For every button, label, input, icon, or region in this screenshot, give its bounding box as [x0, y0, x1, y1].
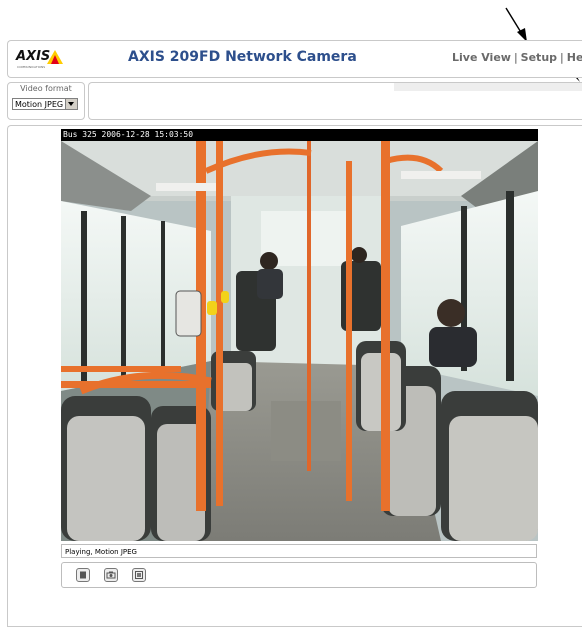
header-bar: AXIS COMMUNICATIONS AXIS 209FD Network C…	[7, 40, 582, 78]
video-format-panel: Video format Motion JPEG	[7, 82, 85, 120]
bus-interior-image	[61, 141, 538, 541]
page-title: AXIS 209FD Network Camera	[128, 49, 357, 65]
nav-live-view-link[interactable]: Live View	[452, 51, 511, 64]
pointer-arrow-icon	[505, 7, 527, 42]
video-status-text: Playing, Motion JPEG	[61, 544, 537, 558]
nav-setup-link[interactable]: Setup	[521, 51, 557, 64]
video-format-value: Motion JPEG	[15, 100, 64, 109]
nav-separator: |	[560, 51, 564, 64]
stop-icon	[80, 571, 86, 579]
video-overlay-bar: Bus 325 2006-12-28 15:03:50	[61, 129, 538, 141]
toolbar-strip	[394, 83, 582, 91]
stop-button[interactable]	[76, 568, 90, 582]
video-format-select[interactable]: Motion JPEG	[12, 98, 78, 110]
chevron-down-icon[interactable]	[65, 99, 77, 109]
view-full-screen-button[interactable]	[132, 568, 146, 582]
video-overlay-text: Bus 325 2006-12-28 15:03:50	[63, 130, 194, 139]
nav-help-link[interactable]: Help	[567, 51, 582, 64]
nav-separator: |	[513, 51, 518, 64]
logo-text: AXIS	[16, 49, 51, 64]
view-full-screen-icon	[135, 571, 143, 579]
logo-triangle-icon	[47, 50, 63, 64]
snapshot-icon	[106, 571, 116, 579]
video-format-label: Video format	[20, 84, 72, 93]
live-video-image[interactable]	[61, 141, 538, 541]
axis-logo[interactable]: AXIS COMMUNICATIONS	[14, 47, 70, 71]
top-nav: Live View|Setup|Help	[452, 51, 582, 64]
toolbar-panel	[88, 82, 582, 120]
snapshot-button[interactable]	[104, 568, 118, 582]
logo-subtext: COMMUNICATIONS	[17, 65, 46, 69]
video-controls-bar	[61, 562, 537, 588]
